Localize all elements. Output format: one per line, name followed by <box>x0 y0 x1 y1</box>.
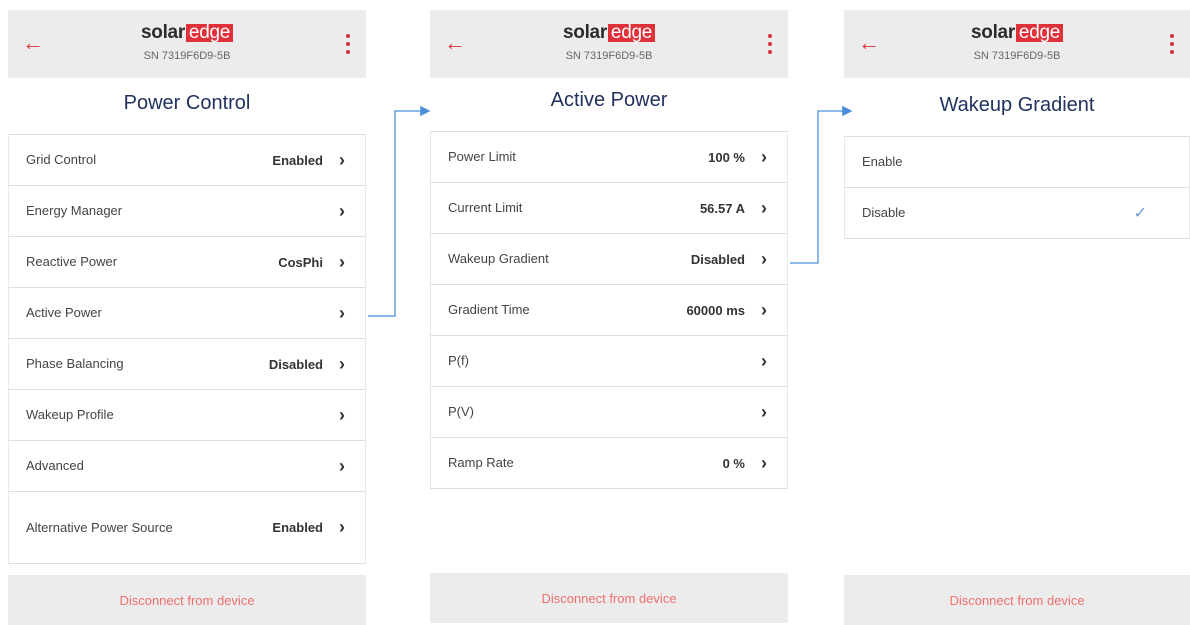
connector-arrow-2 <box>790 105 853 264</box>
flow-connectors <box>368 105 853 317</box>
connector-arrow-1 <box>368 105 431 317</box>
